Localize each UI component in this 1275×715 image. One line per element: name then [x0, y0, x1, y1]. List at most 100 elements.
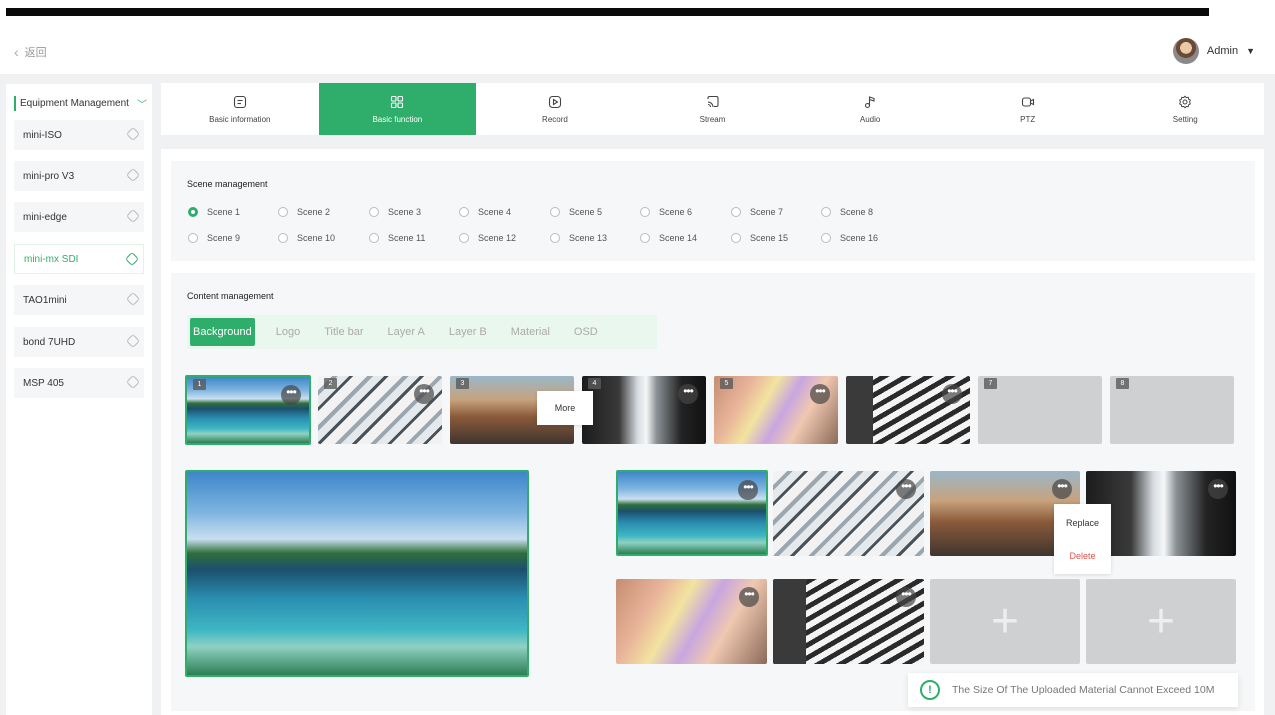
scene-radio-8[interactable]: Scene 8	[821, 207, 873, 217]
radio-dot[interactable]	[459, 207, 469, 217]
radio-dot[interactable]	[278, 207, 288, 217]
more-icon[interactable]: •••	[896, 587, 916, 607]
back-button[interactable]: ‹ 返回	[14, 44, 47, 60]
add-material-button[interactable]: +	[930, 579, 1080, 664]
radio-dot[interactable]	[821, 207, 831, 217]
sidebar-item-tao1mini[interactable]: TAO1mini	[14, 285, 144, 315]
background-preview	[185, 470, 529, 677]
link-icon[interactable]	[125, 126, 141, 142]
tab-layer-b[interactable]: Layer B	[437, 318, 499, 346]
material-thumbnail-6[interactable]: •••	[773, 579, 924, 664]
more-icon[interactable]: •••	[942, 384, 962, 404]
scene-radio-3[interactable]: Scene 3	[369, 207, 421, 217]
sidebar-item-msp-405[interactable]: MSP 405	[14, 368, 144, 398]
radio-dot[interactable]	[459, 233, 469, 243]
tab-basic-information[interactable]: Basic information	[161, 83, 319, 135]
slot-thumbnail-4[interactable]: 4 •••	[582, 376, 706, 444]
sidebar-item-mini-edge[interactable]: mini-edge	[14, 202, 144, 232]
more-icon[interactable]: •••	[414, 384, 434, 404]
radio-dot[interactable]	[731, 233, 741, 243]
link-icon[interactable]	[125, 333, 141, 349]
scene-radio-11[interactable]: Scene 11	[369, 233, 425, 243]
radio-dot[interactable]	[369, 207, 379, 217]
scene-radio-13[interactable]: Scene 13	[550, 233, 607, 243]
tab-basic-function[interactable]: Basic function	[318, 83, 477, 135]
scene-radio-15[interactable]: Scene 15	[731, 233, 788, 243]
radio-dot[interactable]	[640, 233, 650, 243]
more-menu[interactable]: More	[537, 391, 593, 425]
sidebar-title[interactable]: Equipment Management ﹀	[14, 96, 147, 111]
tab-stream[interactable]: Stream	[634, 83, 792, 135]
scene-radio-10[interactable]: Scene 10	[278, 233, 335, 243]
scene-radio-6[interactable]: Scene 6	[640, 207, 692, 217]
tab-background[interactable]: Background	[190, 318, 255, 346]
link-icon[interactable]	[124, 251, 140, 267]
tab-material[interactable]: Material	[499, 318, 562, 346]
material-thumbnail-1[interactable]: •••	[616, 470, 768, 556]
scene-radio-4[interactable]: Scene 4	[459, 207, 511, 217]
scene-radio-2[interactable]: Scene 2	[278, 207, 330, 217]
radio-dot[interactable]	[188, 207, 198, 217]
tab-record[interactable]: Record	[476, 83, 634, 135]
scene-label: Scene 4	[478, 207, 512, 217]
add-material-button[interactable]: +	[1086, 579, 1236, 664]
sidebar-item-mini-mx-sdi[interactable]: mini-mx SDI	[14, 244, 144, 274]
slot-thumbnail-7[interactable]: 7	[978, 376, 1102, 444]
scene-radio-16[interactable]: Scene 16	[821, 233, 878, 243]
slot-thumbnail-8[interactable]: 8	[1110, 376, 1234, 444]
link-icon[interactable]	[125, 208, 141, 224]
radio-dot[interactable]	[550, 207, 560, 217]
more-icon[interactable]: •••	[1052, 479, 1072, 499]
link-icon[interactable]	[125, 374, 141, 390]
scene-label: Scene 15	[750, 233, 789, 243]
sidebar-item-label: MSP 405	[23, 377, 64, 389]
tab-osd[interactable]: OSD	[562, 318, 610, 346]
scene-radio-5[interactable]: Scene 5	[550, 207, 602, 217]
more-icon[interactable]: •••	[281, 385, 301, 405]
slot-thumbnail-1[interactable]: 1 •••	[185, 375, 311, 445]
scene-radio-9[interactable]: Scene 9	[188, 233, 240, 243]
tab-audio[interactable]: Audio	[791, 83, 949, 135]
chevron-left-icon: ‹	[14, 44, 19, 60]
scene-radio-7[interactable]: Scene 7	[731, 207, 783, 217]
scene-management-section: Scene management Scene 1 Scene 2 Scene 3…	[171, 161, 1255, 261]
more-icon[interactable]: •••	[738, 480, 758, 500]
sidebar-item-mini-pro-v3[interactable]: mini-pro V3	[14, 161, 144, 191]
scene-radio-14[interactable]: Scene 14	[640, 233, 697, 243]
more-icon[interactable]: •••	[896, 479, 916, 499]
scene-radio-12[interactable]: Scene 12	[459, 233, 516, 243]
slot-thumbnail-2[interactable]: 2 •••	[318, 376, 442, 444]
replace-menu-item[interactable]: Replace	[1054, 518, 1111, 528]
sidebar-item-mini-iso[interactable]: mini-ISO	[14, 120, 144, 150]
radio-dot[interactable]	[369, 233, 379, 243]
radio-dot[interactable]	[278, 233, 288, 243]
tab-layer-a[interactable]: Layer A	[376, 318, 437, 346]
more-icon[interactable]: •••	[739, 587, 759, 607]
radio-dot[interactable]	[731, 207, 741, 217]
link-icon[interactable]	[125, 291, 141, 307]
radio-dot[interactable]	[821, 233, 831, 243]
material-thumbnail-2[interactable]: •••	[773, 471, 924, 556]
tab-logo[interactable]: Logo	[264, 318, 312, 346]
radio-dot[interactable]	[550, 233, 560, 243]
more-icon[interactable]: •••	[810, 384, 830, 404]
gear-icon	[1179, 94, 1192, 109]
user-menu[interactable]: Admin ▼	[1172, 38, 1255, 64]
radio-dot[interactable]	[640, 207, 650, 217]
delete-menu-item[interactable]: Delete	[1054, 551, 1111, 561]
radio-dot[interactable]	[188, 233, 198, 243]
tab-title-bar[interactable]: Title bar	[312, 318, 375, 346]
material-thumbnail-5[interactable]: •••	[616, 579, 767, 664]
sidebar-item-bond-7uhd[interactable]: bond 7UHD	[14, 327, 144, 357]
link-icon[interactable]	[125, 167, 141, 183]
slot-thumbnail-6[interactable]: 6 •••	[846, 376, 970, 444]
more-icon[interactable]: •••	[678, 384, 698, 404]
more-label[interactable]: More	[555, 403, 576, 413]
scene-label: Scene 5	[569, 207, 603, 217]
slot-thumbnail-5[interactable]: 5 •••	[714, 376, 838, 444]
more-icon[interactable]: •••	[1208, 479, 1228, 499]
scene-radio-1[interactable]: Scene 1	[188, 207, 240, 217]
tab-ptz[interactable]: PTZ	[949, 83, 1107, 135]
slot-number: 7	[984, 378, 997, 389]
tab-setting[interactable]: Setting	[1106, 83, 1264, 135]
